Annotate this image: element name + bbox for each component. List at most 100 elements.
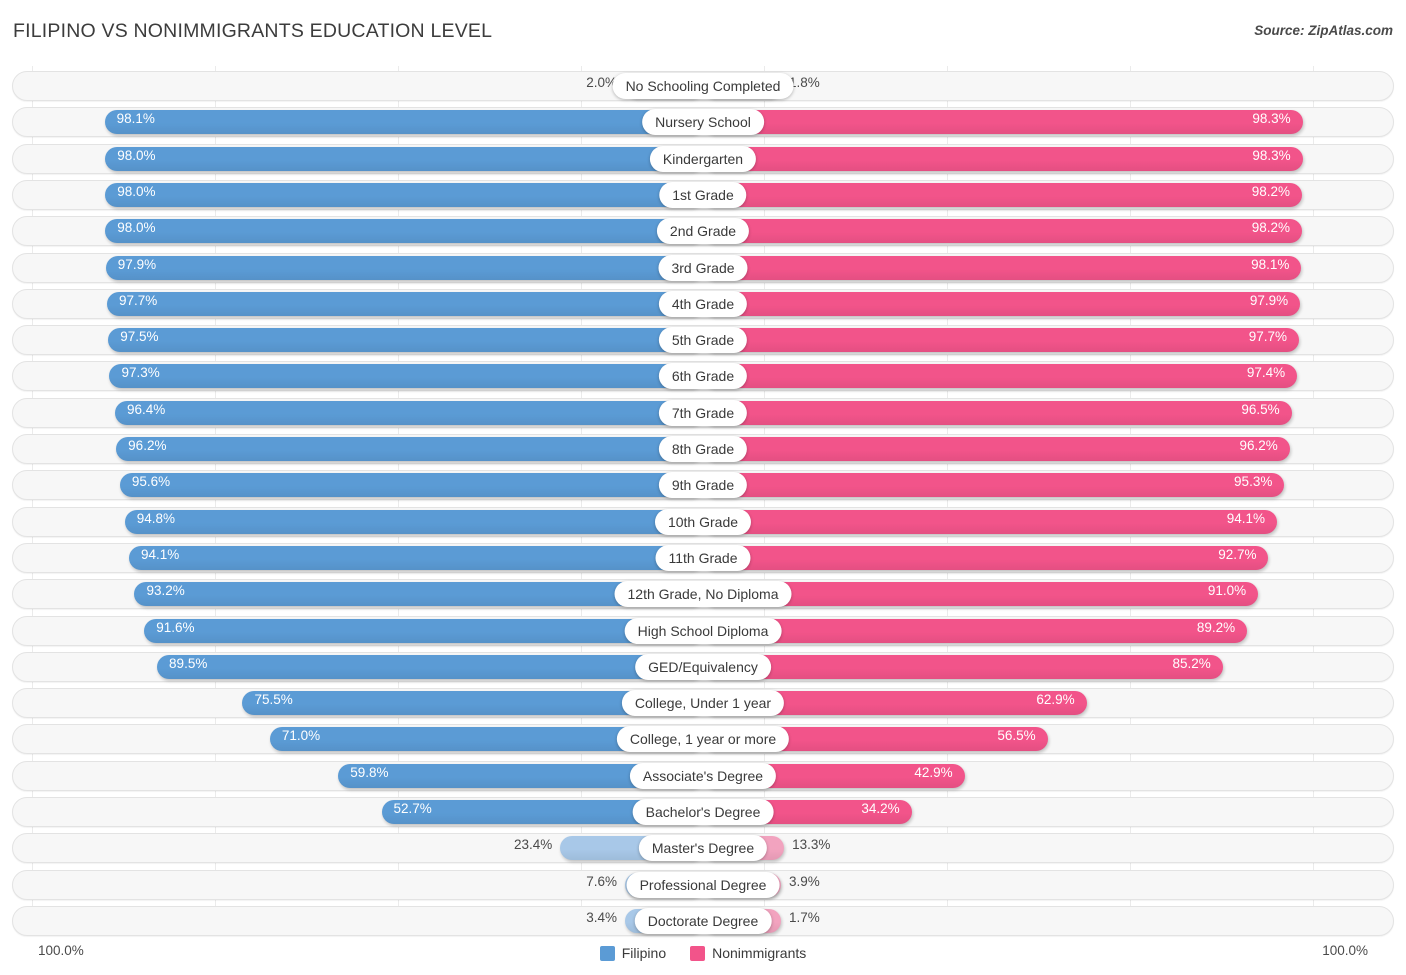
chart-row: 97.4% 97.3% 6th Grade bbox=[12, 361, 1394, 392]
category-label: Nursery School bbox=[642, 109, 764, 136]
value-label-filipino: 96.2% bbox=[128, 438, 167, 453]
value-label-nonimmigrants: 62.9% bbox=[1036, 692, 1075, 708]
value-label-filipino: 98.1% bbox=[116, 111, 155, 127]
chart-row: 62.9% 75.5% College, Under 1 year bbox=[12, 688, 1394, 719]
chart-row: 98.3% 98.0% Kindergarten bbox=[12, 143, 1394, 174]
value-label-nonimmigrants: 97.9% bbox=[1249, 292, 1289, 308]
value-label-nonimmigrants: 97.4% bbox=[1246, 365, 1286, 381]
chart-row: 98.3% 98.1% Nursery School bbox=[12, 107, 1394, 138]
category-label: 1st Grade bbox=[659, 181, 747, 208]
bar-nonimmigrants bbox=[703, 328, 1299, 353]
value-label-nonimmigrants: 1.8% bbox=[789, 75, 820, 90]
category-label: 12th Grade, No Diploma bbox=[614, 581, 792, 608]
category-label: 9th Grade bbox=[658, 472, 748, 499]
value-label-filipino: 96.4% bbox=[126, 401, 166, 417]
value-label-filipino: 23.4% bbox=[513, 837, 553, 853]
category-label: 3rd Grade bbox=[658, 254, 748, 281]
bar-filipino bbox=[128, 545, 703, 570]
bar-filipino bbox=[157, 654, 703, 679]
chart-row: 92.7% 94.1% 11th Grade bbox=[12, 542, 1394, 573]
value-label-filipino: 95.6% bbox=[131, 474, 171, 490]
value-label-filipino: 75.5% bbox=[254, 692, 293, 708]
category-label: Professional Degree bbox=[626, 871, 780, 898]
legend-swatch-icon bbox=[599, 945, 615, 961]
value-label-nonimmigrants: 89.2% bbox=[1196, 619, 1236, 635]
value-label-filipino: 97.3% bbox=[121, 365, 160, 381]
chart-row: 98.1% 97.9% 3rd Grade bbox=[12, 252, 1394, 283]
bar-nonimmigrants bbox=[703, 618, 1248, 643]
bar-filipino bbox=[105, 146, 703, 171]
source-attribution: Source: ZipAtlas.com bbox=[1254, 23, 1393, 38]
bar-filipino bbox=[107, 291, 703, 316]
bar-nonimmigrants bbox=[703, 110, 1303, 135]
value-label-filipino: 98.0% bbox=[117, 147, 156, 163]
category-label: 10th Grade bbox=[654, 508, 752, 535]
category-label: 8th Grade bbox=[658, 436, 748, 462]
value-label-nonimmigrants: 96.5% bbox=[1241, 401, 1280, 417]
value-label-nonimmigrants: 56.5% bbox=[997, 728, 1036, 744]
chart-footer: 100.0% 100.0% Filipino Nonimmigrants bbox=[0, 934, 1406, 975]
value-label-nonimmigrants: 98.3% bbox=[1252, 111, 1291, 127]
legend-label: Nonimmigrants bbox=[712, 945, 807, 961]
bar-nonimmigrants bbox=[703, 364, 1298, 389]
category-label: College, Under 1 year bbox=[621, 690, 785, 717]
bar-nonimmigrants bbox=[703, 473, 1285, 498]
legend-item-nonimmigrants[interactable]: Nonimmigrants bbox=[690, 945, 806, 961]
value-label-nonimmigrants: 1.7% bbox=[789, 909, 820, 925]
bar-filipino bbox=[105, 255, 703, 280]
bar-filipino bbox=[109, 364, 703, 389]
value-label-filipino: 59.8% bbox=[350, 764, 389, 780]
value-label-nonimmigrants: 42.9% bbox=[914, 764, 953, 780]
value-label-nonimmigrants: 3.9% bbox=[789, 873, 820, 889]
value-label-filipino: 3.4% bbox=[586, 909, 617, 925]
bar-nonimmigrants bbox=[703, 509, 1277, 534]
bar-filipino bbox=[105, 219, 703, 244]
bar-nonimmigrants bbox=[703, 182, 1303, 207]
category-label: College, 1 year or more bbox=[616, 726, 790, 753]
chart-legend: Filipino Nonimmigrants bbox=[0, 942, 1406, 964]
value-label-nonimmigrants: 96.2% bbox=[1239, 438, 1278, 453]
bar-filipino bbox=[124, 509, 703, 534]
bar-nonimmigrants bbox=[703, 437, 1290, 461]
value-label-nonimmigrants: 91.0% bbox=[1207, 583, 1247, 599]
value-label-filipino: 98.0% bbox=[117, 183, 156, 199]
value-label-filipino: 71.0% bbox=[281, 728, 321, 744]
bar-nonimmigrants bbox=[703, 545, 1269, 570]
bar-filipino bbox=[108, 328, 703, 353]
bar-nonimmigrants bbox=[703, 654, 1223, 679]
category-label: GED/Equivalency bbox=[635, 653, 771, 680]
value-label-nonimmigrants: 34.2% bbox=[861, 801, 900, 816]
category-label: Master's Degree bbox=[638, 835, 768, 862]
value-label-nonimmigrants: 97.7% bbox=[1248, 329, 1287, 345]
value-label-filipino: 52.7% bbox=[393, 801, 432, 816]
bar-filipino bbox=[105, 182, 703, 207]
category-label: 6th Grade bbox=[658, 363, 748, 390]
value-label-filipino: 98.0% bbox=[117, 220, 156, 236]
chart-row: 1.7% 3.4% Doctorate Degree bbox=[12, 905, 1394, 936]
chart-header: FILIPINO VS NONIMMIGRANTS EDUCATION LEVE… bbox=[0, 0, 1406, 56]
value-label-nonimmigrants: 98.1% bbox=[1251, 256, 1290, 272]
value-label-nonimmigrants: 92.7% bbox=[1218, 546, 1257, 562]
bar-filipino bbox=[114, 400, 703, 425]
chart-row: 98.2% 98.0% 1st Grade bbox=[12, 179, 1394, 210]
legend-item-filipino[interactable]: Filipino bbox=[599, 945, 666, 961]
value-label-filipino: 91.6% bbox=[156, 619, 195, 635]
value-label-nonimmigrants: 95.3% bbox=[1234, 474, 1273, 490]
chart-row: 97.7% 97.5% 5th Grade bbox=[12, 325, 1394, 356]
page-title: FILIPINO VS NONIMMIGRANTS EDUCATION LEVE… bbox=[13, 20, 493, 42]
bar-nonimmigrants bbox=[703, 291, 1301, 316]
value-label-filipino: 94.1% bbox=[140, 546, 180, 562]
bar-filipino bbox=[144, 618, 703, 643]
value-label-nonimmigrants: 98.2% bbox=[1251, 183, 1291, 199]
value-label-filipino: 93.2% bbox=[146, 583, 185, 599]
chart-row: 97.9% 97.7% 4th Grade bbox=[12, 288, 1394, 319]
chart-row: 1.8% 2.0% No Schooling Completed bbox=[12, 71, 1394, 101]
category-label: Kindergarten bbox=[649, 145, 757, 172]
chart-row: 96.2% 96.2% 8th Grade bbox=[12, 434, 1394, 464]
bar-filipino bbox=[116, 437, 703, 461]
value-label-nonimmigrants: 94.1% bbox=[1226, 510, 1265, 526]
bar-nonimmigrants bbox=[703, 219, 1303, 244]
bar-filipino bbox=[104, 110, 703, 135]
value-label-nonimmigrants: 98.3% bbox=[1252, 147, 1291, 163]
chart-row: 42.9% 59.8% Associate's Degree bbox=[12, 760, 1394, 791]
